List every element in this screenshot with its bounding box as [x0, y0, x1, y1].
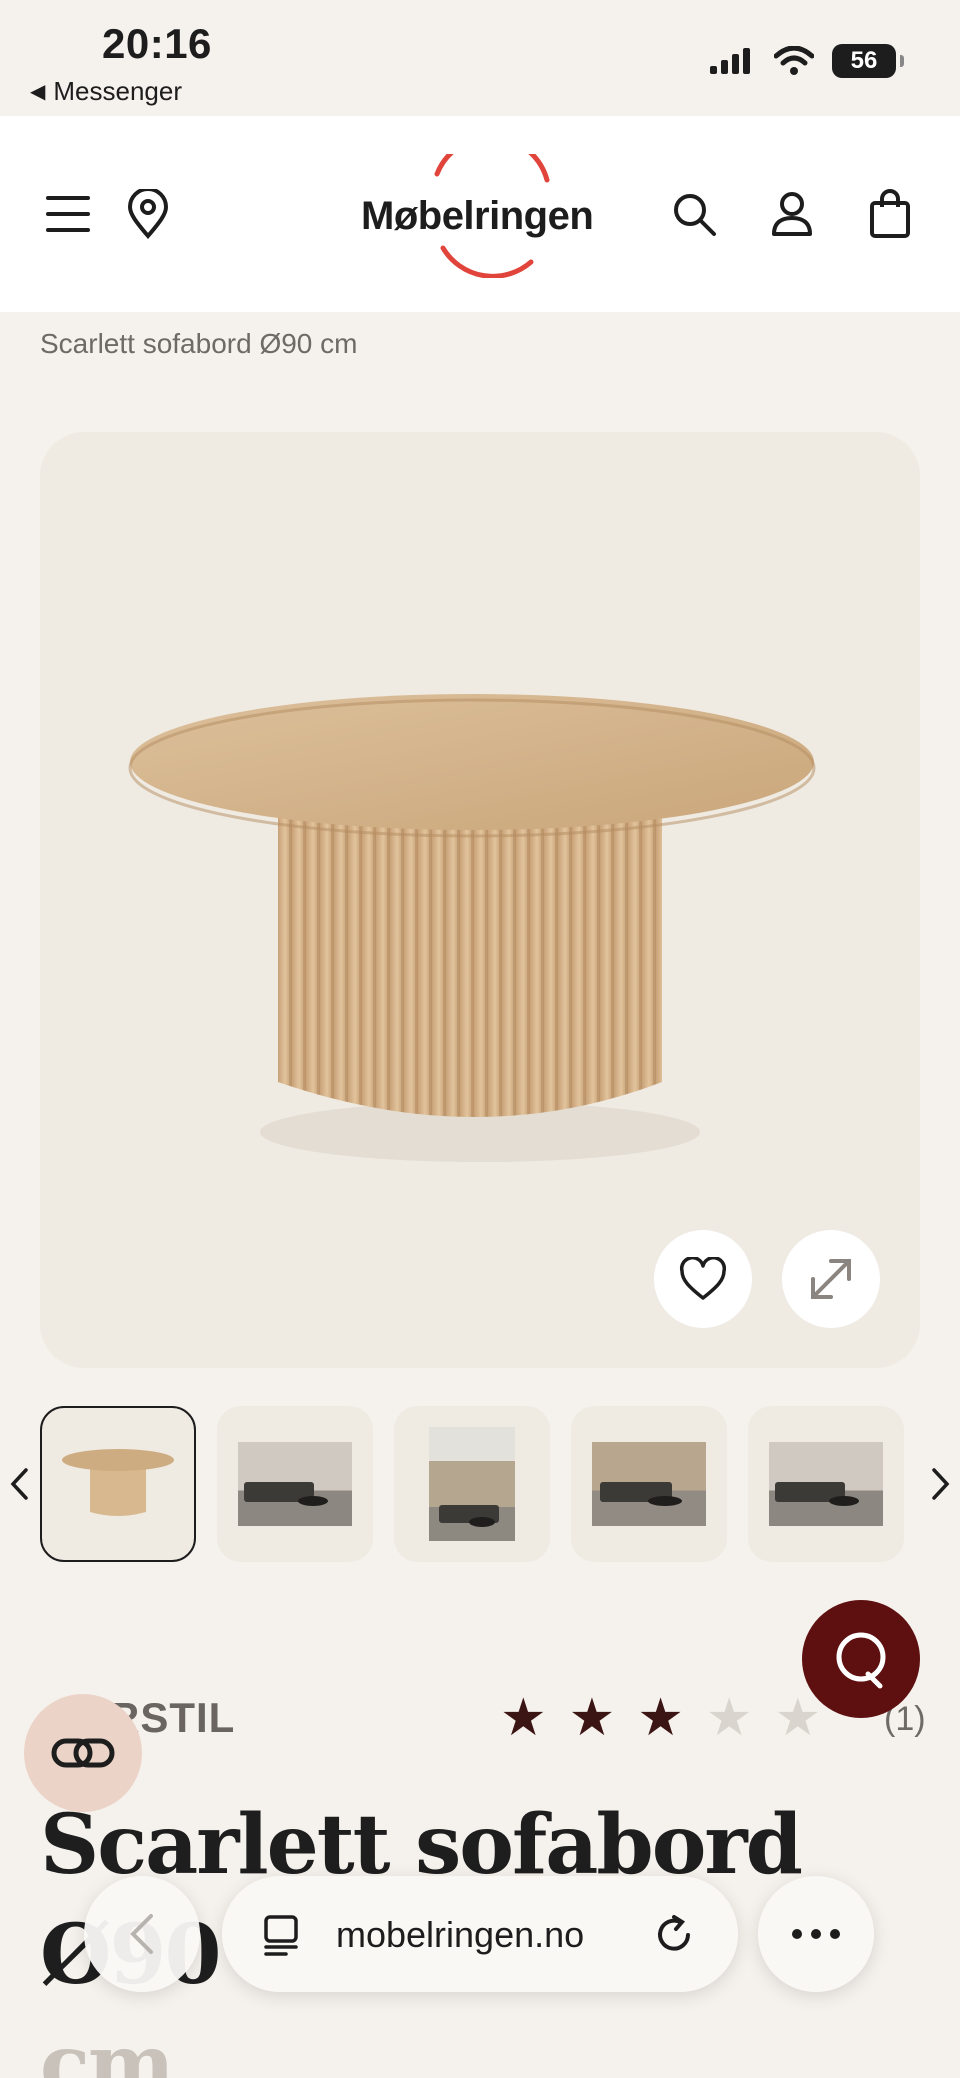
rating-stars[interactable]: ★ ★ ★ ★ ★ [500, 1692, 821, 1744]
address-bar[interactable]: mobelringen.no [222, 1876, 738, 1992]
status-bar: 20:16 ◀ Messenger 56 [0, 0, 960, 116]
chat-bubble-icon [836, 1632, 886, 1689]
site-header: Møbelringen [0, 116, 960, 312]
star-filled-icon: ★ [637, 1689, 684, 1747]
thumbnail-room-2[interactable] [394, 1406, 550, 1562]
star-empty-icon: ★ [705, 1689, 753, 1747]
logo-text: Møbelringen [361, 194, 594, 238]
reload-icon[interactable] [654, 1914, 696, 1956]
search-icon[interactable] [668, 188, 720, 240]
star-empty-icon: ★ [774, 1689, 822, 1747]
reader-view-icon[interactable] [262, 1914, 302, 1956]
chat-button[interactable] [802, 1600, 920, 1718]
battery-level: 56 [850, 47, 878, 74]
more-dots-icon [792, 1929, 840, 1939]
location-pin-icon[interactable] [122, 188, 174, 240]
battery-icon: 56 [832, 44, 904, 78]
thumbnail-room-4[interactable] [748, 1406, 904, 1562]
browser-back-button[interactable] [84, 1876, 200, 1992]
thumbnail-strip [0, 1404, 960, 1564]
room-thumbnail-tall-image [429, 1427, 515, 1541]
back-triangle-icon: ◀ [30, 81, 46, 103]
thumbnail-table[interactable] [40, 1406, 196, 1562]
url-text: mobelringen.no [336, 1914, 585, 1955]
room-thumbnail-image [592, 1442, 706, 1526]
product-image [128, 694, 816, 1162]
chevron-right-icon [932, 1468, 950, 1500]
status-time: 20:16 [102, 20, 212, 67]
share-link-button[interactable] [24, 1694, 142, 1812]
wifi-icon [774, 46, 814, 75]
favorite-button[interactable] [654, 1230, 752, 1328]
user-icon[interactable] [766, 188, 818, 240]
menu-icon[interactable] [42, 188, 94, 240]
chevron-left-icon [130, 1914, 153, 1954]
browser-more-button[interactable] [758, 1876, 874, 1992]
thumbnail-room-3[interactable] [571, 1406, 727, 1562]
table-thumbnail-image [62, 1449, 174, 1516]
star-filled-icon: ★ [500, 1689, 547, 1747]
room-thumbnail-image [238, 1442, 352, 1526]
cellular-signal-icon [710, 48, 750, 74]
expand-arrows-icon [811, 1259, 851, 1299]
expand-image-button[interactable] [782, 1230, 880, 1328]
star-filled-icon: ★ [568, 1689, 616, 1747]
thumbnail-room-1[interactable] [217, 1406, 373, 1562]
thumbnails-next-button[interactable] [926, 1460, 956, 1508]
breadcrumb[interactable]: Scarlett sofabord Ø90 cm [40, 328, 357, 360]
site-logo[interactable]: Møbelringen [355, 154, 605, 278]
shopping-bag-icon[interactable] [864, 188, 916, 240]
back-to-messenger-link[interactable]: ◀ Messenger [30, 76, 182, 107]
chevron-left-icon [10, 1468, 28, 1500]
room-thumbnail-image [769, 1442, 883, 1526]
heart-icon [679, 1257, 727, 1300]
product-image-card[interactable] [40, 432, 920, 1368]
status-icons: 56 [708, 44, 904, 78]
thumbnails-prev-button[interactable] [4, 1460, 34, 1508]
back-app-label: Messenger [53, 76, 183, 106]
product-title-line2: cm [40, 2017, 175, 2078]
link-icon [51, 1738, 115, 1768]
